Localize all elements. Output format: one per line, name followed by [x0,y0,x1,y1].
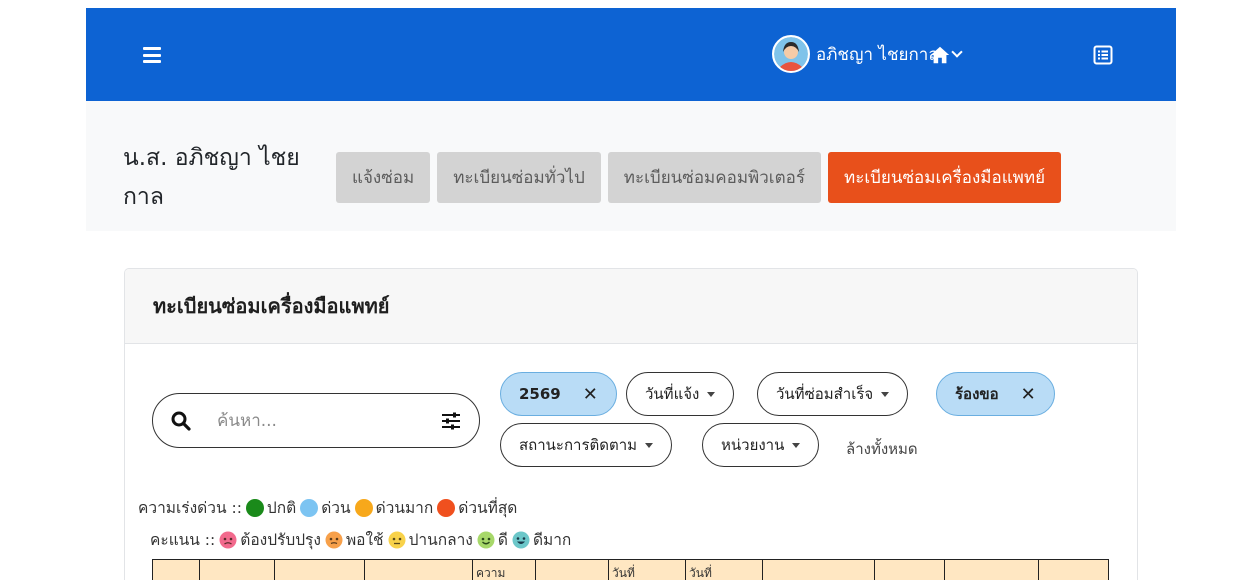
card-title: ทะเบียนซ่อมเครื่องมือแพทย์ [125,269,1137,344]
rating-good-label: ดี [497,531,508,549]
table-header-cell [274,560,364,580]
sad-face-icon [325,531,343,548]
caret-down-icon [881,391,890,397]
rating-legend: คะแนน :: ต้องปรับปรุง พอใช้ ปานกลาง ดี ด… [150,527,571,552]
filter-chip-tracking[interactable]: สถานะการติดตาม [500,423,673,467]
search-icon [171,411,191,431]
list-icon[interactable] [1093,45,1113,65]
table-header-cell [535,560,608,580]
filter-unit-label: หน่วยงาน [721,436,785,454]
filter-chip-unit[interactable]: หน่วยงาน [702,423,820,467]
table-header-cell: วันที่ [685,560,762,580]
chevron-down-icon [951,46,963,58]
filter-tracking-label: สถานะการติดตาม [519,436,638,454]
table-header-cell [762,560,874,580]
urgency-normal-label: ปกติ [266,499,297,517]
search-input[interactable]: ค้นหา... [217,407,441,434]
urgency-legend-label: ความเร่งด่วน :: [138,499,242,517]
close-icon[interactable]: ✕ [583,384,598,405]
page: อภิชญา ไชยกาล น.ส. อภิชญา ไชยกาล แจ้งซ่อ… [86,8,1176,580]
urgency-normal-dot-icon [245,498,264,517]
search-box[interactable]: ค้นหา... [152,393,480,448]
tab-medical-equipment-repair-registry[interactable]: ทะเบียนซ่อมเครื่องมือแพทย์ [827,152,1062,203]
urgency-very-urgent-label: ด่วนมาก [375,499,434,517]
close-icon[interactable]: ✕ [1021,384,1036,405]
neutral-face-icon [388,531,406,548]
grin-face-icon [512,531,530,548]
tab-general-repair-registry[interactable]: ทะเบียนซ่อมทั่วไป [437,152,601,203]
filter-sliders-icon[interactable] [441,412,461,430]
registry-card: ทะเบียนซ่อมเครื่องมือแพทย์ ค้นหา... 2569… [124,268,1138,580]
caret-down-icon [707,391,716,397]
table-header-cell: วันที่ [608,560,685,580]
filter-chip-year[interactable]: 2569 ✕ [500,372,617,416]
filter-chip-status[interactable]: ร้องขอ ✕ [936,372,1055,416]
table-header-cell [152,560,199,580]
avatar [772,35,810,73]
tab-report-repair[interactable]: แจ้งซ่อม [336,152,431,203]
module-tabs: แจ้งซ่อม ทะเบียนซ่อมทั่วไป ทะเบียนซ่อมคอ… [336,152,1062,203]
tab-computer-repair-registry[interactable]: ทะเบียนซ่อมคอมพิวเตอร์ [607,152,821,203]
filter-status-label: ร้องขอ [955,385,999,403]
rating-needs-improvement-label: ต้องปรับปรุง [240,531,321,549]
user-bar: น.ส. อภิชญา ไชยกาล แจ้งซ่อม ทะเบียนซ่อมท… [86,101,1176,231]
table-header-cell: ความ [472,560,535,580]
table-header-cell [1038,560,1109,580]
table-header-cell [874,560,944,580]
home-icon[interactable] [929,44,951,66]
caret-down-icon [792,442,801,448]
urgency-urgent-label: ด่วน [321,499,351,517]
filter-report-date-label: วันที่แจ้ง [645,385,700,403]
table-header-row: ความ วันที่ วันที่ [152,559,1109,580]
table-header-cell [199,560,274,580]
rating-legend-label: คะแนน :: [150,531,216,549]
filter-year-label: 2569 [519,385,561,403]
rating-excellent-label: ดีมาก [532,531,572,549]
caret-down-icon [645,442,654,448]
angry-face-icon [219,531,237,548]
hamburger-menu-icon[interactable] [143,47,161,63]
user-name: อภิชญา ไชยกาล [816,44,939,65]
filter-chip-done-date[interactable]: วันที่ซ่อมสำเร็จ [757,372,909,416]
urgency-legend: ความเร่งด่วน :: ปกติ ด่วน ด่วนมาก ด่วนที… [138,495,517,520]
urgency-most-urgent-label: ด่วนที่สุด [458,499,518,517]
smile-face-icon [477,531,495,548]
urgency-most-urgent-dot-icon [437,498,456,517]
filter-chip-report-date[interactable]: วันที่แจ้ง [626,372,735,416]
user-full-name: น.ส. อภิชญา ไชยกาล [123,145,300,210]
table-header-cell [944,560,1038,580]
urgency-very-urgent-dot-icon [354,498,373,517]
filter-done-date-label: วันที่ซ่อมสำเร็จ [776,385,874,403]
clear-all-filters-link[interactable]: ล้างทั้งหมด [846,437,918,461]
table-header-cell [364,560,472,580]
urgency-urgent-dot-icon [300,498,319,517]
top-navbar: อภิชญา ไชยกาล [86,8,1176,101]
rating-fair-label: พอใช้ [345,531,384,549]
rating-average-label: ปานกลาง [408,531,473,549]
